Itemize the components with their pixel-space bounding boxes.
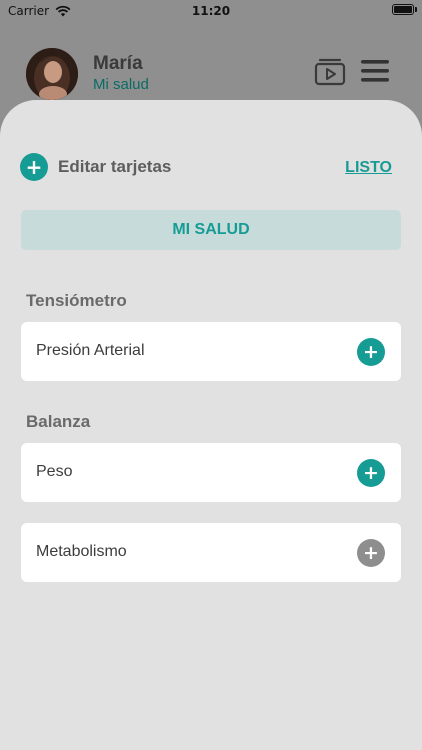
done-button[interactable]: LISTO bbox=[345, 159, 392, 177]
card-label: Peso bbox=[36, 463, 73, 480]
card-presion-arterial[interactable]: Presión Arterial + bbox=[21, 322, 401, 381]
card-peso[interactable]: Peso + bbox=[21, 443, 401, 502]
edit-cards-title: Editar tarjetas bbox=[58, 157, 172, 176]
edit-cards-sheet: + Editar tarjetas LISTO MI SALUD Tensióm… bbox=[0, 100, 422, 750]
section-title-tensiometro: Tensiómetro bbox=[26, 291, 127, 310]
add-card-icon[interactable]: + bbox=[357, 539, 385, 567]
avatar-photo bbox=[26, 48, 78, 100]
edit-cards-row: + Editar tarjetas LISTO bbox=[20, 152, 392, 182]
card-label: Presión Arterial bbox=[36, 342, 145, 359]
battery-icon bbox=[392, 4, 417, 15]
add-card-icon[interactable]: + bbox=[357, 338, 385, 366]
user-name: María bbox=[93, 53, 143, 74]
section-title-balanza: Balanza bbox=[26, 412, 91, 431]
hamburger-menu-icon[interactable] bbox=[360, 58, 390, 84]
tab-mi-salud[interactable]: MI SALUD bbox=[21, 210, 401, 250]
profile-header: María Mi salud bbox=[0, 40, 422, 104]
plus-circle-icon[interactable]: + bbox=[20, 153, 48, 181]
clock: 11:20 bbox=[191, 4, 231, 18]
add-card-icon[interactable]: + bbox=[357, 459, 385, 487]
user-subtitle: Mi salud bbox=[93, 76, 149, 93]
status-bar: Carrier 11:20 bbox=[0, 0, 422, 22]
card-label: Metabolismo bbox=[36, 543, 127, 560]
video-library-icon[interactable] bbox=[314, 58, 346, 86]
avatar[interactable] bbox=[26, 48, 78, 100]
card-metabolismo[interactable]: Metabolismo + bbox=[21, 523, 401, 582]
